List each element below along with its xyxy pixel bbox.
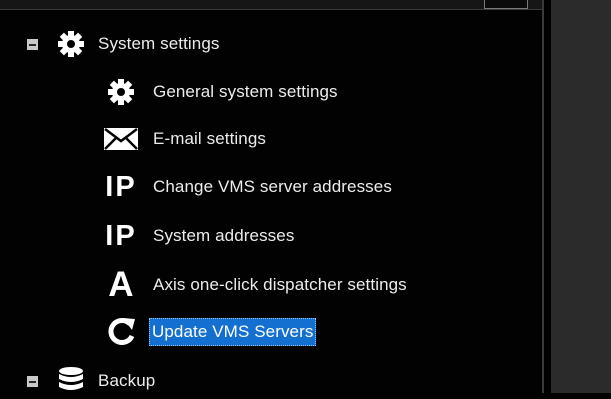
tree-item-general-system-settings[interactable]: General system settings: [101, 74, 338, 110]
top-control[interactable]: [484, 0, 528, 9]
gear-icon: [54, 30, 88, 58]
tree-node-label: Backup: [98, 371, 156, 390]
tree-item-email-settings[interactable]: E-mail settings: [101, 121, 266, 157]
tree-item-update-vms-servers[interactable]: Update VMS Servers: [101, 314, 317, 350]
tree-node-backup[interactable]: Backup: [27, 363, 155, 399]
axis-a-icon: A: [108, 265, 134, 304]
tree-item-change-vms-server-addresses[interactable]: IP Change VMS server addresses: [101, 169, 392, 205]
tree-item-label: Change VMS server addresses: [153, 177, 392, 196]
collapse-toggle[interactable]: [27, 375, 38, 387]
tree-item-label: E-mail settings: [153, 129, 266, 148]
tree-item-label: General system settings: [153, 82, 338, 101]
tree-node-system-settings[interactable]: System settings: [27, 26, 220, 62]
tree-item-label: Update VMS Servers: [149, 318, 317, 346]
tree-item-label: System addresses: [153, 226, 295, 245]
ip-icon: IP: [105, 170, 137, 203]
tree-item-system-addresses[interactable]: IP System addresses: [101, 218, 294, 254]
database-icon: [54, 366, 88, 396]
ip-icon: IP: [105, 219, 137, 252]
envelope-icon: [101, 127, 141, 151]
top-strip: [0, 0, 544, 10]
gear-icon: [101, 78, 141, 106]
right-panel: [551, 0, 611, 393]
panel-divider: [542, 0, 544, 393]
collapse-toggle[interactable]: [27, 38, 38, 50]
tree-item-label: Axis one-click dispatcher settings: [153, 275, 407, 294]
refresh-icon: [101, 316, 141, 348]
tree-node-label: System settings: [98, 34, 220, 53]
tree-item-axis-dispatcher-settings[interactable]: A Axis one-click dispatcher settings: [101, 265, 407, 304]
